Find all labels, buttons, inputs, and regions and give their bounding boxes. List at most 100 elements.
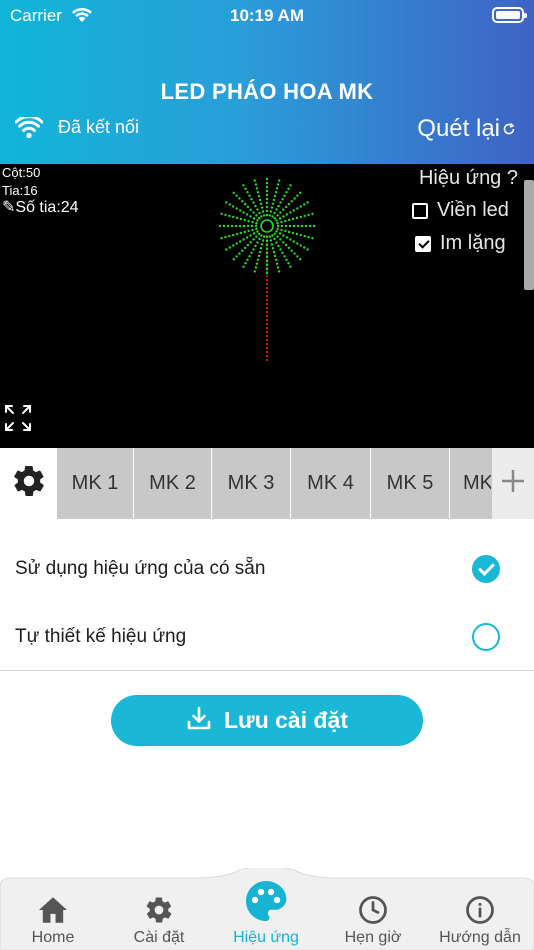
status-bar: Carrier 10:19 AM xyxy=(0,0,534,32)
burst-led xyxy=(280,224,284,228)
burst-led xyxy=(254,244,257,248)
trail-led xyxy=(265,282,269,286)
burst-led xyxy=(276,227,279,230)
burst-led xyxy=(241,200,244,203)
ray-info: Tia:16 xyxy=(2,183,38,198)
wifi-connected-icon xyxy=(14,115,44,144)
burst-led xyxy=(274,258,278,261)
preset-effects-radio[interactable] xyxy=(472,555,500,583)
tab-label: MK 5 xyxy=(386,472,434,494)
burst-led xyxy=(299,191,302,194)
burst-led xyxy=(265,255,269,259)
burst-led xyxy=(246,243,250,247)
burst-led xyxy=(275,219,278,222)
ray-count-label: ✎Số tia:24 xyxy=(2,199,79,216)
led-border-checkbox[interactable] xyxy=(412,202,428,219)
burst-led xyxy=(232,215,235,219)
burst-led xyxy=(235,207,238,210)
tab-label: MK 1 xyxy=(71,472,119,494)
option-led-border[interactable]: Viền led xyxy=(412,199,509,222)
option-custom-effects[interactable]: Tự thiết kế hiệu ứng xyxy=(0,602,534,670)
burst-led xyxy=(296,242,299,245)
tab-settings[interactable] xyxy=(0,448,57,519)
download-icon xyxy=(186,705,212,737)
burst-led xyxy=(220,237,223,240)
burst-led xyxy=(255,214,258,217)
burst-led xyxy=(252,217,256,220)
burst-led xyxy=(256,208,259,211)
burst-led xyxy=(271,215,274,218)
burst-led xyxy=(288,230,291,234)
burst-led xyxy=(278,217,282,220)
connection-status: Đã kết nối xyxy=(58,117,140,137)
burst-led xyxy=(265,193,269,197)
burst-led xyxy=(282,234,285,237)
burst-led xyxy=(284,243,288,247)
burst-led xyxy=(303,214,306,218)
burst-led xyxy=(252,232,256,235)
columns-info: Cột:50 xyxy=(2,165,41,180)
burst-led xyxy=(282,208,285,211)
add-tab-button[interactable] xyxy=(492,448,534,519)
option-preset-effects[interactable]: Sử dụng hiệu ứng của có sẵn xyxy=(0,534,534,602)
burst-led xyxy=(252,238,255,241)
nav-settings[interactable]: Cài đặt xyxy=(106,894,212,947)
burst-led xyxy=(228,234,231,238)
burst-led xyxy=(265,263,269,267)
expand-icon[interactable] xyxy=(4,404,32,437)
burst-led xyxy=(256,191,260,194)
tab-mk-3[interactable]: MK 3 xyxy=(212,448,291,519)
preview-scrollbar[interactable] xyxy=(524,180,534,290)
burst-led xyxy=(303,234,306,238)
tab-mk-2[interactable]: MK 2 xyxy=(134,448,212,519)
burst-led xyxy=(270,243,274,246)
burst-led xyxy=(273,211,276,215)
burst-led xyxy=(307,213,310,217)
option-silent[interactable]: Im lặng xyxy=(415,232,506,255)
gear-icon xyxy=(11,463,47,504)
app-title: LED PHÁO HOA MK xyxy=(160,79,374,104)
burst-led xyxy=(283,255,286,258)
burst-led xyxy=(299,258,302,261)
save-settings-button[interactable]: Lưu cài đặt xyxy=(111,695,423,746)
tab-mk-1[interactable]: MK 1 xyxy=(57,448,134,519)
burst-led xyxy=(273,194,277,198)
burst-led xyxy=(304,224,308,228)
rescan-button[interactable]: Quét lại xyxy=(417,115,516,143)
burst-led xyxy=(252,201,255,204)
effects-title[interactable]: Hiệu ứng ? xyxy=(419,167,518,190)
burst-led xyxy=(265,213,269,217)
burst-led xyxy=(243,218,246,222)
burst-led xyxy=(222,224,226,228)
burst-led xyxy=(258,232,261,235)
burst-led xyxy=(271,234,274,237)
burst-led xyxy=(263,214,266,217)
burst-led xyxy=(265,209,269,213)
tab-mk-6[interactable]: MK 6 xyxy=(450,448,491,519)
silent-checkbox[interactable] xyxy=(415,235,431,252)
burst-led xyxy=(271,247,275,250)
burst-led xyxy=(254,224,258,228)
tab-mk-4[interactable]: MK 4 xyxy=(291,448,371,519)
burst-led xyxy=(296,224,300,228)
trail-led xyxy=(265,306,269,310)
nav-timer[interactable]: Hẹn giờ xyxy=(320,894,426,947)
nav-home[interactable]: Home xyxy=(0,894,106,947)
nav-guide[interactable]: Hướng dẫn xyxy=(427,894,533,947)
burst-led xyxy=(290,249,293,252)
burst-led xyxy=(235,194,238,197)
trail-led xyxy=(265,290,269,294)
burst-led xyxy=(230,224,234,228)
ray-count-info[interactable]: ✎Số tia:24 xyxy=(2,200,79,216)
nav-effects[interactable]: Hiệu ứng xyxy=(213,876,319,947)
burst-led xyxy=(284,219,287,223)
burst-led xyxy=(293,252,296,255)
home-icon xyxy=(0,894,106,926)
burst-led xyxy=(246,258,249,261)
burst-led xyxy=(235,232,239,236)
burst-led xyxy=(255,262,259,265)
tab-mk-5[interactable]: MK 5 xyxy=(371,448,450,519)
burst-led xyxy=(265,267,269,271)
custom-effects-radio[interactable] xyxy=(472,623,500,651)
burst-led xyxy=(239,231,243,235)
